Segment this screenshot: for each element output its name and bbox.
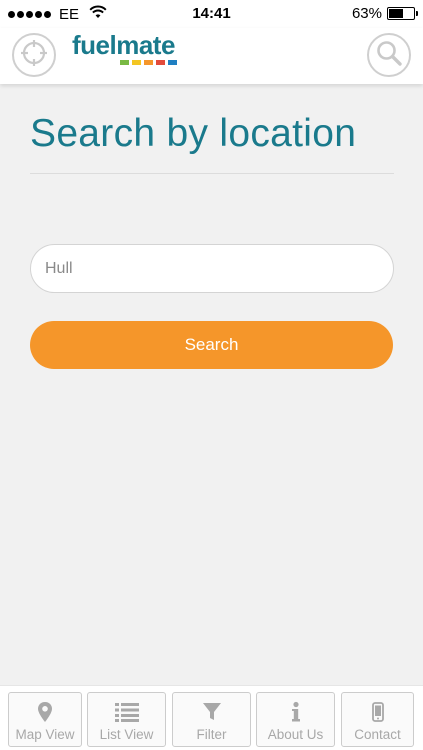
battery-icon (387, 7, 418, 20)
filter-icon (202, 701, 222, 723)
location-search-input[interactable] (30, 244, 394, 293)
tab-label: About Us (267, 727, 324, 742)
tab-about-us[interactable]: About Us (256, 692, 335, 747)
logo-color-bar (144, 60, 153, 65)
search-icon (374, 38, 404, 73)
search-submit-button[interactable]: Search (30, 321, 393, 369)
map-pin-icon (37, 701, 53, 723)
logo-color-bar (120, 60, 129, 65)
logo-color-bars (120, 60, 184, 65)
tab-bar: Map View List View Filter About Us Conta… (0, 685, 423, 750)
battery-percent: 63% (351, 5, 382, 22)
title-divider (30, 173, 394, 174)
logo-color-bar (132, 60, 141, 65)
battery-level (389, 9, 404, 18)
crosshair-icon (19, 38, 49, 73)
tab-label: List View (99, 727, 154, 742)
tab-map-view[interactable]: Map View (8, 692, 82, 747)
search-button[interactable] (367, 33, 411, 77)
app-screen: EE 14:41 63% fuelmate Search by location… (0, 0, 423, 750)
app-header: fuelmate (0, 28, 423, 84)
tab-label: Filter (196, 727, 227, 742)
info-icon (290, 701, 302, 723)
status-bar-right: 63% (351, 5, 418, 22)
tab-label: Contact (354, 727, 401, 742)
list-icon (114, 701, 139, 723)
tab-filter[interactable]: Filter (172, 692, 251, 747)
fuelmate-logo: fuelmate (72, 31, 184, 65)
tab-list-view[interactable]: List View (87, 692, 166, 747)
logo-color-bar (168, 60, 177, 65)
status-bar: EE 14:41 63% (0, 0, 423, 28)
logo-text: fuelmate (72, 30, 175, 60)
page-title: Search by location (30, 112, 357, 155)
tab-label: Map View (15, 727, 75, 742)
tab-contact[interactable]: Contact (341, 692, 414, 747)
logo-color-bar (156, 60, 165, 65)
locate-button[interactable] (12, 33, 56, 77)
phone-icon (371, 701, 384, 723)
